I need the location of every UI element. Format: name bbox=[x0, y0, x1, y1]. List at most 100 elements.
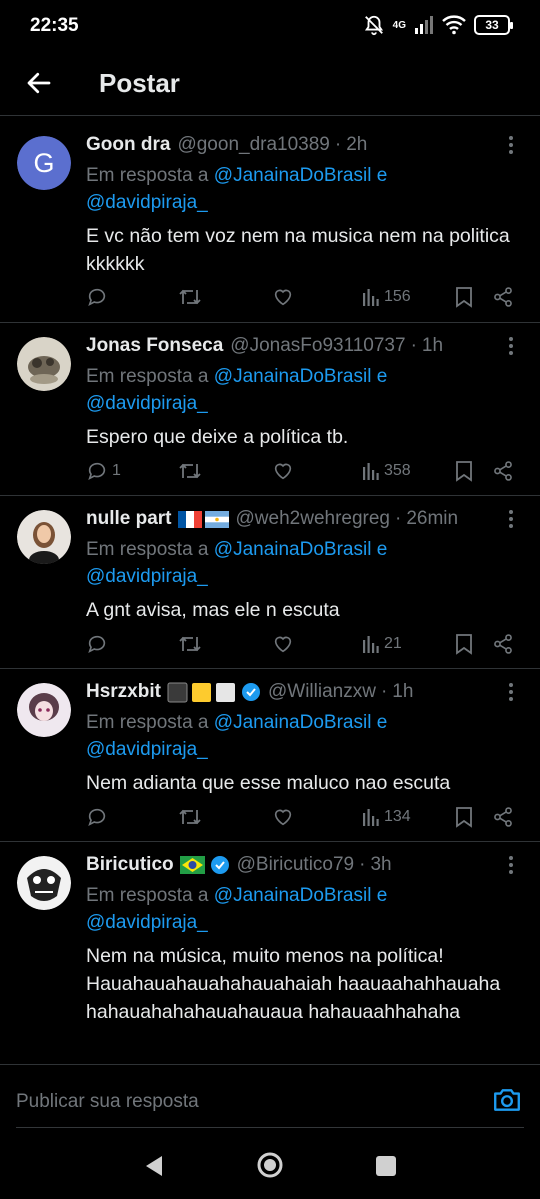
mention-link[interactable]: @JanainaDoBrasil bbox=[214, 885, 372, 906]
nav-back-icon[interactable] bbox=[144, 1154, 164, 1178]
avatar[interactable] bbox=[17, 856, 71, 910]
tweet-time: 3h bbox=[370, 854, 392, 875]
status-icons: 4G 33 bbox=[363, 14, 513, 36]
reply-button[interactable] bbox=[86, 806, 108, 828]
mute-icon bbox=[364, 15, 383, 36]
author-name[interactable]: Jonas Fonseca bbox=[86, 335, 223, 357]
more-vertical-icon[interactable] bbox=[502, 508, 520, 530]
retweet-button[interactable] bbox=[178, 460, 202, 482]
share-button[interactable] bbox=[492, 286, 514, 308]
bookmark-icon bbox=[456, 287, 472, 308]
header: Postar bbox=[0, 52, 540, 116]
wifi-icon bbox=[442, 15, 466, 35]
avatar[interactable] bbox=[17, 683, 71, 737]
tweet-actions: 134 bbox=[86, 804, 516, 830]
retweet-icon bbox=[179, 463, 201, 479]
battery-level: 33 bbox=[485, 18, 499, 32]
tweet-actions: 21 bbox=[86, 631, 516, 657]
author-name[interactable]: nulle part bbox=[86, 508, 172, 530]
reply-tweet[interactable]: Biricutico @Biricutico79 · 3h Em resposta … bbox=[0, 842, 540, 1064]
views-count: 134 bbox=[384, 808, 411, 825]
views-button[interactable]: 134 bbox=[362, 807, 411, 827]
avatar[interactable] bbox=[17, 510, 71, 564]
status-bar: 22:35 4G 33 bbox=[0, 0, 540, 52]
mention-link[interactable]: @davidpiraja_ bbox=[86, 739, 208, 760]
more-vertical-icon[interactable] bbox=[502, 134, 520, 156]
reply-icon bbox=[88, 288, 106, 306]
author-name[interactable]: Hsrzxbit bbox=[86, 681, 161, 703]
bookmark-button[interactable] bbox=[455, 633, 473, 655]
flag-emojis bbox=[177, 510, 229, 528]
views-button[interactable]: 156 bbox=[362, 287, 411, 307]
share-button[interactable] bbox=[492, 460, 514, 482]
reply-tweet[interactable]: Jonas Fonseca @JonasFo93110737 · 1h Em resp… bbox=[0, 323, 540, 496]
views-button[interactable]: 358 bbox=[362, 461, 411, 481]
author-name[interactable]: Biricutico bbox=[86, 854, 174, 876]
battery-indicator: 33 bbox=[474, 15, 513, 35]
author-name[interactable]: Goon dra bbox=[86, 134, 170, 156]
like-button[interactable] bbox=[272, 806, 294, 828]
reply-button[interactable] bbox=[86, 633, 108, 655]
verified-badge-icon bbox=[210, 856, 229, 874]
retweet-icon bbox=[179, 289, 201, 305]
reply-tweet[interactable]: G Goon dra @goon_dra10389 · 2h Em resposta … bbox=[0, 122, 540, 323]
like-button[interactable] bbox=[272, 633, 294, 655]
mention-link[interactable]: @JanainaDoBrasil bbox=[214, 165, 372, 186]
mention-link[interactable]: @JanainaDoBrasil bbox=[214, 539, 372, 560]
avatar[interactable] bbox=[17, 337, 71, 391]
retweet-button[interactable] bbox=[178, 286, 202, 308]
views-icon bbox=[363, 463, 379, 480]
retweet-button[interactable] bbox=[178, 806, 202, 828]
reply-context: Em resposta a @JanainaDoBrasil e @davidpi… bbox=[86, 712, 388, 760]
tweet-time: 1h bbox=[421, 335, 444, 356]
network-label: 4G bbox=[392, 19, 406, 31]
bookmark-button[interactable] bbox=[455, 286, 473, 308]
tweet-actions: 1 358 bbox=[86, 458, 516, 484]
tweet-time: 1h bbox=[392, 681, 414, 702]
mention-link[interactable]: @davidpiraja_ bbox=[86, 912, 208, 933]
mention-link[interactable]: @davidpiraja_ bbox=[86, 393, 208, 414]
retweet-icon bbox=[179, 809, 201, 825]
reply-tweet[interactable]: nulle part @weh2wehregreg · 26min Em respo… bbox=[0, 496, 540, 669]
avatar[interactable]: G bbox=[17, 136, 71, 190]
more-vertical-icon[interactable] bbox=[502, 681, 520, 703]
status-time: 22:35 bbox=[30, 15, 79, 36]
black-square-icon bbox=[167, 682, 188, 702]
reply-composer bbox=[0, 1064, 540, 1136]
bookmark-button[interactable] bbox=[455, 460, 473, 482]
divider bbox=[16, 1127, 524, 1128]
verified-badge-icon bbox=[241, 683, 260, 701]
author-handle: @goon_dra10389 bbox=[177, 134, 330, 155]
argentina-flag-icon bbox=[204, 510, 229, 528]
camera-icon[interactable] bbox=[492, 1085, 522, 1115]
reply-button[interactable] bbox=[86, 286, 112, 308]
signal-icon bbox=[415, 16, 433, 34]
bookmark-button[interactable] bbox=[455, 806, 473, 828]
share-icon bbox=[494, 461, 512, 481]
reply-input[interactable] bbox=[16, 1087, 466, 1117]
author-handle: @Biricutico79 bbox=[236, 854, 355, 875]
like-button[interactable] bbox=[272, 286, 294, 308]
retweet-button[interactable] bbox=[178, 633, 202, 655]
author-handle: @Willianzxw bbox=[267, 681, 376, 702]
france-flag-icon bbox=[177, 510, 202, 528]
like-button[interactable] bbox=[272, 460, 294, 482]
share-button[interactable] bbox=[492, 806, 514, 828]
share-button[interactable] bbox=[492, 633, 514, 655]
flag-emojis bbox=[179, 856, 205, 874]
more-vertical-icon[interactable] bbox=[502, 335, 520, 357]
reply-button[interactable]: 1 bbox=[86, 460, 121, 482]
nav-recents-icon[interactable] bbox=[375, 1155, 397, 1177]
mention-link[interactable]: @JanainaDoBrasil bbox=[214, 366, 372, 387]
author-handle: @weh2wehregreg bbox=[235, 508, 391, 529]
more-vertical-icon[interactable] bbox=[502, 854, 520, 876]
mention-link[interactable]: @JanainaDoBrasil bbox=[214, 712, 372, 733]
like-icon bbox=[274, 809, 292, 826]
reply-tweet[interactable]: Hsrzxbit @Willianzxw · 1h Em resposta a @J… bbox=[0, 669, 540, 842]
views-button[interactable]: 21 bbox=[362, 634, 402, 654]
nav-home-icon[interactable] bbox=[256, 1151, 284, 1179]
mention-link[interactable]: @davidpiraja_ bbox=[86, 192, 208, 213]
back-arrow-icon[interactable] bbox=[24, 68, 54, 98]
mention-link[interactable]: @davidpiraja_ bbox=[86, 566, 208, 587]
tweet-text: Nem adianta que esse maluco nao escuta bbox=[86, 772, 451, 794]
